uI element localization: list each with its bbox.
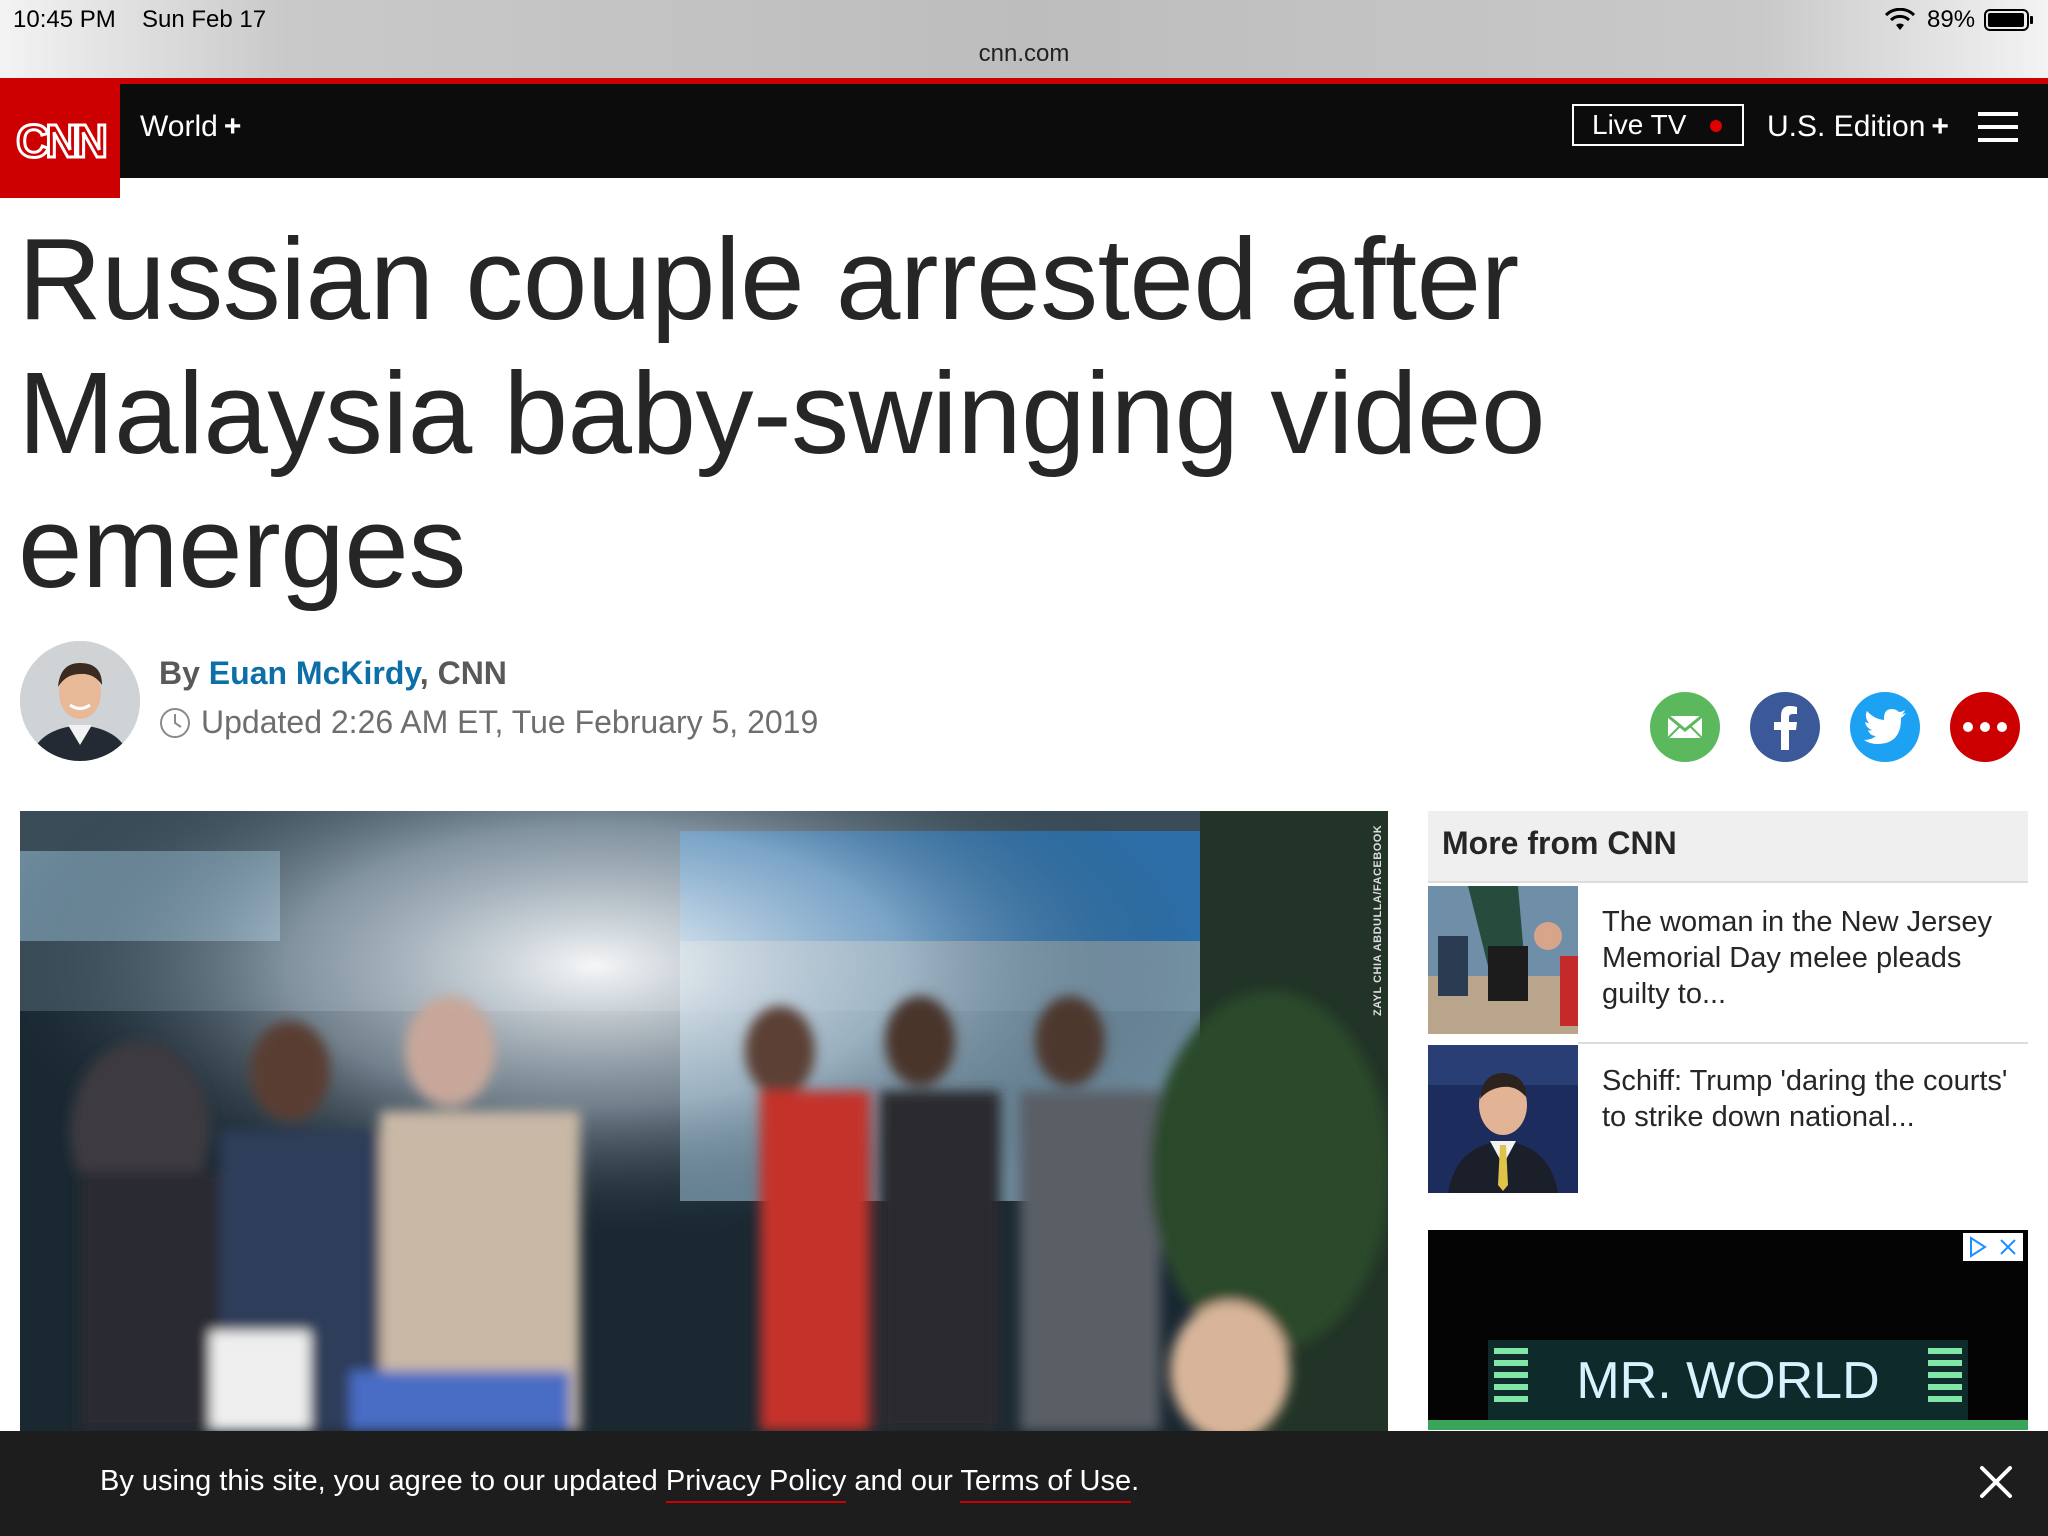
author-avatar[interactable] (20, 641, 140, 761)
status-time: 10:45 PM (13, 6, 116, 33)
clock-icon (160, 707, 190, 738)
terms-of-use-link[interactable]: Terms of Use (960, 1465, 1132, 1503)
cnn-logo-icon: CNN (15, 114, 110, 169)
byline: By Euan McKirdy, CNN (159, 655, 507, 692)
battery-percent: 89% (1927, 6, 1976, 33)
nav-world-plus: + (223, 110, 242, 143)
more-item-2-thumbnail[interactable] (1428, 1045, 1578, 1193)
byline-prefix: By (159, 655, 200, 691)
edition-plus: + (1931, 110, 1949, 143)
cookie-banner-text: By using this site, you agree to our upd… (100, 1465, 1139, 1503)
photo-credit: ZAYL CHIA ABDULLA/FACEBOOK (1372, 824, 1384, 1016)
live-indicator-dot (1710, 120, 1722, 132)
byline-outlet: , CNN (419, 655, 507, 691)
more-item-1-thumbnail[interactable] (1428, 886, 1578, 1034)
article-hero-image[interactable] (20, 811, 1388, 1431)
twitter-icon (1864, 709, 1906, 744)
more-item-2[interactable]: Schiff: Trump 'daring the courts' to str… (1428, 1045, 2028, 1195)
edition-selector[interactable]: U.S. Edition + (1767, 110, 1949, 144)
nav-world-section[interactable]: World + (140, 110, 241, 144)
cookie-consent-banner: By using this site, you agree to our upd… (0, 1431, 2048, 1536)
more-divider (1578, 1042, 2028, 1044)
ad-sign-text: MR. WORLD (1576, 1352, 1879, 1410)
more-dots-icon (1963, 722, 2007, 732)
ad-choices-badge[interactable] (1963, 1233, 2023, 1261)
status-date: Sun Feb 17 (142, 6, 267, 33)
updated-text: Updated 2:26 AM ET, Tue February 5, 2019 (201, 704, 819, 740)
share-more-button[interactable] (1950, 692, 2020, 762)
close-icon[interactable] (1976, 1462, 2016, 1502)
article-headline: Russian couple arrested after Malaysia b… (18, 214, 1546, 612)
edition-label: U.S. Edition (1767, 110, 1926, 143)
updated-timestamp: Updated 2:26 AM ET, Tue February 5, 2019 (159, 704, 818, 741)
share-email-button[interactable] (1650, 692, 1720, 762)
advertisement[interactable]: MR. WORLD (1428, 1230, 2028, 1430)
wifi-icon (1885, 8, 1915, 30)
privacy-policy-link[interactable]: Privacy Policy (665, 1465, 847, 1503)
facebook-icon (1774, 706, 1797, 750)
battery-icon (1984, 9, 2033, 31)
cnn-logo[interactable]: CNN (0, 84, 120, 198)
more-item-1[interactable]: The woman in the New Jersey Memorial Day… (1428, 886, 2028, 1036)
more-from-cnn-header: More from CNN (1428, 811, 2028, 883)
nav-world-label: World (140, 110, 218, 143)
menu-hamburger-icon[interactable] (1978, 112, 2020, 144)
live-tv-button[interactable]: Live TV (1572, 104, 1744, 146)
share-facebook-button[interactable] (1750, 692, 1820, 762)
email-icon (1661, 703, 1709, 751)
live-tv-label: Live TV (1592, 109, 1687, 140)
more-item-1-headline[interactable]: The woman in the New Jersey Memorial Day… (1602, 904, 2022, 1012)
ios-status-bar: 10:45 PM Sun Feb 17 89% cnn.com (0, 0, 2048, 80)
more-item-2-headline[interactable]: Schiff: Trump 'daring the courts' to str… (1602, 1063, 2022, 1135)
adchoices-icon[interactable] (1963, 1233, 1993, 1261)
share-twitter-button[interactable] (1850, 692, 1920, 762)
svg-text:CNN: CNN (16, 115, 105, 167)
more-from-cnn-title: More from CNN (1442, 825, 1677, 861)
ad-close-icon[interactable] (1993, 1233, 2023, 1261)
address-bar-url[interactable]: cnn.com (0, 40, 2048, 68)
author-link[interactable]: Euan McKirdy (209, 655, 420, 691)
